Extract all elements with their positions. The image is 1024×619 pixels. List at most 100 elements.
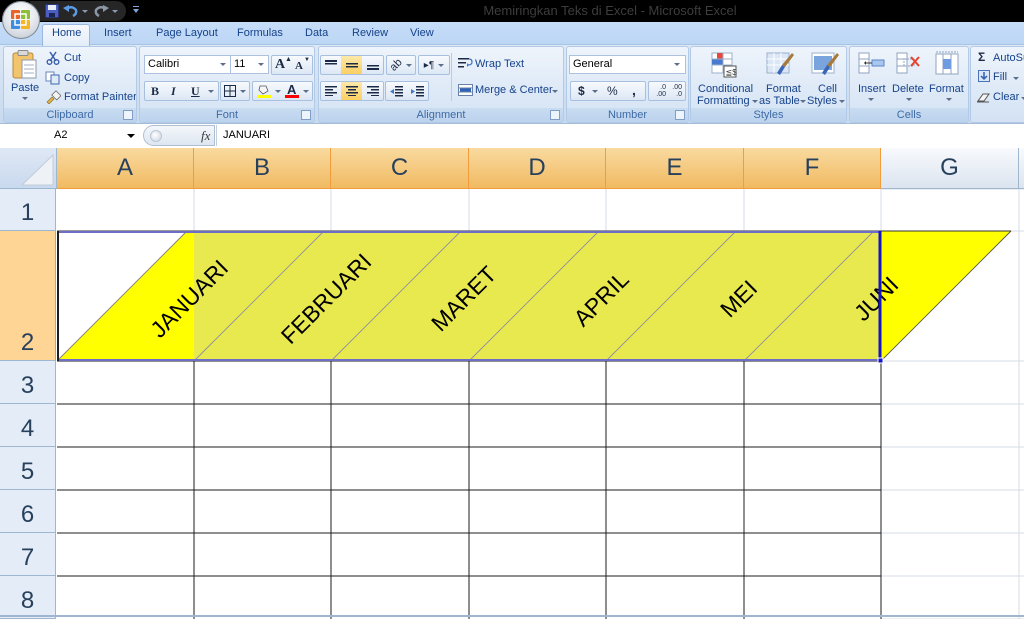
cell-B4[interactable] — [194, 404, 331, 447]
font-name-dropdown-icon[interactable] — [220, 63, 226, 66]
cell-D7[interactable] — [469, 533, 606, 576]
cell-E7[interactable] — [606, 533, 744, 576]
copy-icon[interactable] — [45, 71, 61, 88]
office-button[interactable] — [2, 1, 40, 39]
column-header-E[interactable]: E — [606, 148, 744, 189]
tab-formulas[interactable]: Formulas — [237, 27, 283, 39]
tab-page-layout[interactable]: Page Layout — [156, 27, 218, 39]
paste-button[interactable]: Paste — [10, 50, 40, 100]
name-box[interactable]: A2 — [0, 125, 140, 146]
cell-G8[interactable] — [881, 576, 1019, 619]
cell-F7[interactable] — [744, 533, 881, 576]
cell-F3[interactable] — [744, 361, 881, 404]
cell-G2[interactable] — [881, 231, 1019, 361]
save-icon[interactable] — [45, 4, 59, 21]
decrease-decimal-button[interactable]: .00 .0 — [668, 84, 682, 98]
cell-A6[interactable] — [57, 490, 194, 533]
tab-home-label[interactable]: Home — [52, 27, 81, 39]
cell-E1[interactable] — [606, 189, 744, 231]
delete-cells-button[interactable]: Delete — [890, 49, 928, 107]
redo-dropdown-icon[interactable] — [112, 10, 118, 13]
paste-dropdown-icon[interactable] — [22, 97, 28, 100]
row-header-7[interactable]: 7 — [0, 533, 56, 576]
cell-C4[interactable] — [331, 404, 469, 447]
text-direction-dropdown-icon[interactable] — [438, 63, 445, 67]
alignment-dialog-launcher-icon[interactable] — [550, 110, 560, 120]
redo-icon[interactable] — [93, 4, 109, 21]
clipboard-dialog-launcher-icon[interactable] — [123, 110, 133, 120]
cell-G1[interactable] — [881, 189, 1019, 231]
cell-F5[interactable] — [744, 447, 881, 490]
merge-center-icon[interactable] — [458, 84, 473, 99]
name-box-dropdown-icon[interactable] — [127, 134, 135, 138]
cell-C5[interactable] — [331, 447, 469, 490]
font-color-dropdown-icon[interactable] — [303, 90, 309, 93]
orientation-button[interactable]: ab — [386, 55, 416, 75]
cell-C7[interactable] — [331, 533, 469, 576]
cell-D1[interactable] — [469, 189, 606, 231]
format-painter-button[interactable]: Format Painter — [64, 91, 136, 103]
font-size-dropdown-icon[interactable] — [258, 63, 264, 66]
cell-A3[interactable] — [57, 361, 194, 404]
cell-D6[interactable] — [469, 490, 606, 533]
fill-button[interactable]: Fill — [993, 71, 1007, 83]
cell-C8[interactable] — [331, 576, 469, 619]
formula-input[interactable]: JANUARI — [216, 125, 1024, 146]
cell-B3[interactable] — [194, 361, 331, 404]
grow-font-button[interactable]: A — [275, 57, 285, 73]
tab-review[interactable]: Review — [352, 27, 388, 39]
number-format-dropdown-icon[interactable] — [674, 63, 680, 66]
italic-button[interactable]: I — [171, 84, 176, 99]
cell-B7[interactable] — [194, 533, 331, 576]
cell-E6[interactable] — [606, 490, 744, 533]
borders-button[interactable] — [220, 81, 250, 101]
cell-F4[interactable] — [744, 404, 881, 447]
top-align-button[interactable] — [321, 56, 341, 74]
align-center-button[interactable] — [341, 82, 362, 100]
row-header-8[interactable]: 8 — [0, 576, 56, 619]
bold-button[interactable]: B — [151, 84, 159, 99]
comma-style-button[interactable]: , — [632, 82, 636, 98]
align-left-button[interactable] — [321, 82, 341, 100]
cell-A5[interactable] — [57, 447, 194, 490]
cell-G6[interactable] — [881, 490, 1019, 533]
percent-style-button[interactable]: % — [607, 84, 618, 98]
underline-dropdown-icon[interactable] — [208, 90, 214, 93]
underline-button[interactable]: U — [191, 84, 200, 99]
cell-C3[interactable] — [331, 361, 469, 404]
wrap-text-button[interactable]: Wrap Text — [475, 58, 524, 70]
merge-center-dropdown-icon[interactable] — [552, 90, 558, 93]
accounting-dropdown-icon[interactable] — [592, 90, 598, 93]
insert-cells-button[interactable]: Insert — [852, 49, 890, 107]
merge-center-button[interactable]: Merge & Center — [475, 84, 553, 96]
cell-A8[interactable] — [57, 576, 194, 619]
row-header-5[interactable]: 5 — [0, 447, 56, 490]
autosum-icon[interactable]: Σ — [978, 50, 985, 64]
cut-button[interactable]: Cut — [64, 52, 81, 64]
wrap-text-icon[interactable] — [458, 57, 473, 73]
row-header-3[interactable]: 3 — [0, 361, 56, 404]
bottom-align-button[interactable] — [362, 56, 383, 74]
copy-button[interactable]: Copy — [64, 72, 90, 84]
column-header-D[interactable]: D — [469, 148, 606, 189]
tab-view[interactable]: View — [410, 27, 434, 39]
cell-F2[interactable] — [744, 231, 881, 361]
increase-decimal-button[interactable]: .0 .00 — [652, 84, 666, 98]
cell-C2[interactable] — [331, 231, 469, 361]
autosum-button[interactable]: AutoSum — [993, 52, 1024, 64]
cell-D5[interactable] — [469, 447, 606, 490]
cell-G3[interactable] — [881, 361, 1019, 404]
fill-color-icon[interactable] — [257, 83, 271, 99]
cell-G7[interactable] — [881, 533, 1019, 576]
borders-dropdown-icon[interactable] — [240, 90, 246, 93]
cell-F8[interactable] — [744, 576, 881, 619]
cell-B2[interactable] — [194, 231, 331, 361]
cell-A1[interactable] — [57, 189, 194, 231]
column-header-F[interactable]: F — [744, 148, 881, 189]
formula-bar-splitter[interactable]: fx — [143, 125, 215, 146]
orientation-dropdown-icon[interactable] — [405, 63, 412, 67]
cell-B5[interactable] — [194, 447, 331, 490]
tab-insert[interactable]: Insert — [104, 27, 132, 39]
tab-data[interactable]: Data — [305, 27, 328, 39]
cell-E3[interactable] — [606, 361, 744, 404]
